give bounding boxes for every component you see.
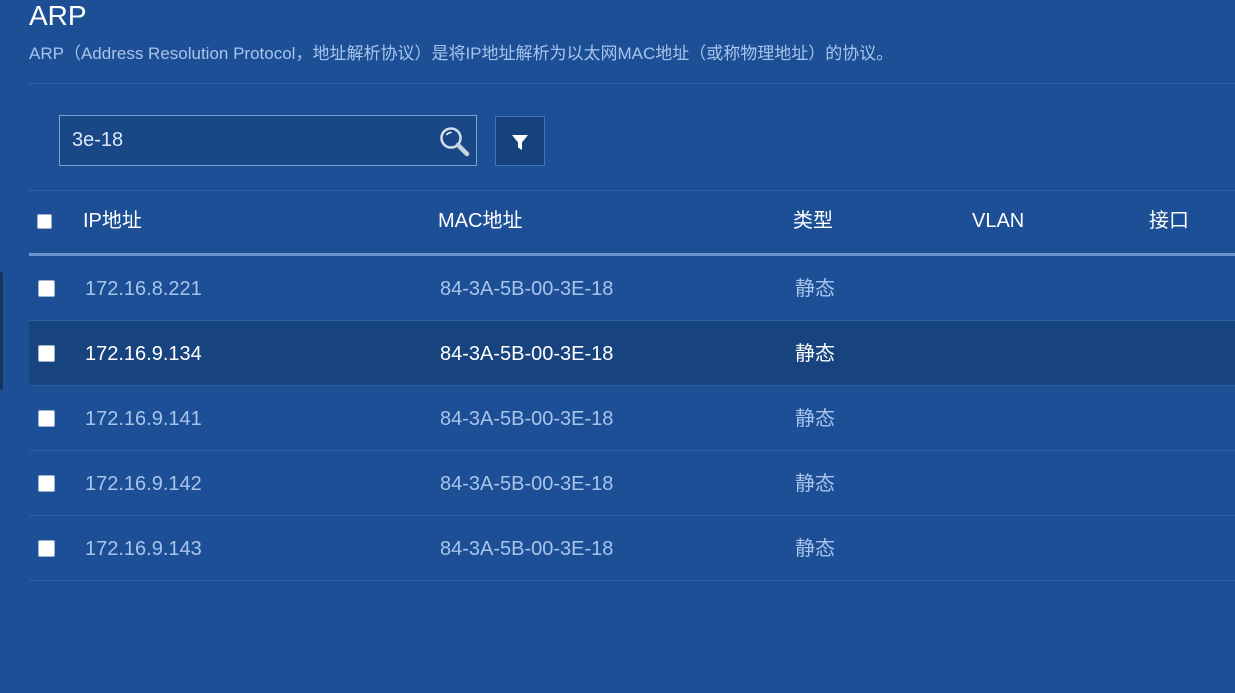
row-checkbox[interactable]: [38, 345, 55, 362]
cell-mac: 84-3A-5B-00-3E-18: [440, 343, 614, 365]
cell-ip: 172.16.9.142: [85, 473, 202, 495]
select-all-checkbox[interactable]: [37, 214, 52, 229]
cell-mac: 84-3A-5B-00-3E-18: [440, 278, 614, 300]
header-divider: [29, 83, 1235, 84]
cell-ip: 172.16.9.141: [85, 408, 202, 430]
cell-type: 静态: [795, 538, 835, 560]
arp-table: IP地址 MAC地址 类型 VLAN 接口 172.16.8.221 84-3A…: [29, 191, 1235, 581]
page-title: ARP: [29, 0, 87, 31]
column-header-mac[interactable]: MAC地址: [438, 209, 522, 233]
search-icon[interactable]: [438, 125, 470, 157]
table-row[interactable]: 172.16.9.141 84-3A-5B-00-3E-18 静态: [29, 386, 1235, 451]
table-row[interactable]: 172.16.9.142 84-3A-5B-00-3E-18 静态: [29, 451, 1235, 516]
cell-type: 静态: [795, 278, 835, 300]
row-checkbox[interactable]: [38, 280, 55, 297]
filter-button[interactable]: [495, 116, 545, 166]
row-checkbox[interactable]: [38, 540, 55, 557]
cell-mac: 84-3A-5B-00-3E-18: [440, 408, 614, 430]
cell-type: 静态: [795, 408, 835, 430]
page-description: ARP（Address Resolution Protocol，地址解析协议）是…: [29, 44, 894, 63]
row-checkbox[interactable]: [38, 410, 55, 427]
cell-ip: 172.16.9.143: [85, 538, 202, 560]
cell-type: 静态: [795, 473, 835, 495]
left-panel-edge: [0, 272, 3, 390]
cell-type: 静态: [795, 343, 835, 365]
table-row[interactable]: 172.16.9.143 84-3A-5B-00-3E-18 静态: [29, 516, 1235, 581]
table-row[interactable]: 172.16.8.221 84-3A-5B-00-3E-18 静态: [29, 256, 1235, 321]
cell-ip: 172.16.9.134: [85, 343, 202, 365]
column-header-interface[interactable]: 接口: [1149, 209, 1189, 233]
row-checkbox[interactable]: [38, 475, 55, 492]
column-header-vlan[interactable]: VLAN: [972, 209, 1024, 233]
cell-ip: 172.16.8.221: [85, 278, 202, 300]
cell-mac: 84-3A-5B-00-3E-18: [440, 538, 614, 560]
column-header-ip[interactable]: IP地址: [83, 209, 142, 233]
table-header: IP地址 MAC地址 类型 VLAN 接口: [29, 191, 1235, 256]
cell-mac: 84-3A-5B-00-3E-18: [440, 473, 614, 495]
search-input[interactable]: [60, 116, 430, 165]
table-row[interactable]: 172.16.9.134 84-3A-5B-00-3E-18 静态: [29, 321, 1235, 386]
column-header-type[interactable]: 类型: [793, 209, 833, 233]
filter-icon: [511, 134, 529, 152]
search-box: [59, 115, 477, 166]
